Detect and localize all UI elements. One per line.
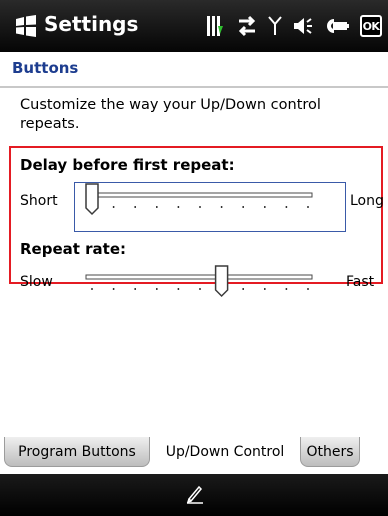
slider-tick [112, 206, 115, 208]
rate-min-label: Slow [20, 274, 53, 290]
rate-slider-thumb[interactable] [214, 265, 229, 298]
slider-tick [242, 288, 244, 290]
speaker-icon[interactable] [292, 15, 314, 37]
slider-tick [285, 288, 288, 290]
slider-tick [264, 288, 266, 290]
ok-button[interactable]: OK [360, 15, 382, 37]
app-title: Settings [44, 12, 139, 36]
bottom-bar [0, 474, 388, 516]
rate-max-label: Fast [346, 274, 375, 290]
title-bar: Settings OK [0, 0, 388, 52]
slider-tick [307, 288, 309, 290]
delay-slider[interactable] [76, 183, 344, 230]
page-title: Buttons [12, 59, 79, 77]
tab-program-buttons[interactable]: Program Buttons [4, 437, 150, 467]
slider-tick [220, 206, 223, 208]
description-text: Customize the way your Up/Down control r… [20, 97, 321, 132]
slider-tick [177, 206, 180, 208]
keyboard-icon[interactable] [324, 16, 350, 36]
slider-tick [91, 288, 93, 290]
slider-tick [134, 206, 136, 208]
slider-tick [156, 288, 158, 290]
tab-others[interactable]: Others [300, 437, 360, 467]
slider-tick [242, 206, 244, 208]
rate-label: Repeat rate: [20, 240, 127, 258]
slider-tick [177, 288, 180, 290]
connectivity-icon[interactable] [236, 15, 258, 37]
delay-min-label: Short [20, 193, 58, 209]
rate-slider[interactable] [76, 265, 344, 312]
slider-tick [199, 288, 201, 290]
slider-tick [134, 288, 136, 290]
slider-tick [156, 206, 158, 208]
delay-label: Delay before first repeat: [20, 156, 235, 174]
tab-area: Program Buttons Up/Down Control Others [0, 431, 388, 474]
slider-tick [307, 206, 309, 208]
delay-slider-ticks [91, 206, 309, 208]
rate-slider-ticks [91, 288, 309, 290]
tab-up-down-control-label: Up/Down Control [165, 444, 285, 460]
windows-start-icon[interactable] [14, 15, 38, 37]
delay-slider-thumb[interactable] [85, 183, 99, 216]
slider-tick [264, 206, 266, 208]
tab-up-down-control[interactable]: Up/Down Control [150, 437, 300, 467]
battery-charging-icon[interactable] [206, 14, 226, 38]
signal-icon[interactable] [268, 15, 282, 37]
page-header: Buttons [0, 52, 388, 88]
slider-tick [112, 288, 115, 290]
tab-others-label: Others [306, 443, 354, 460]
status-icons: OK [206, 12, 382, 40]
slider-tick [199, 206, 201, 208]
delay-max-label: Long [350, 193, 384, 209]
pen-input-icon[interactable] [186, 484, 204, 504]
slider-tick [285, 206, 288, 208]
tab-program-buttons-label: Program Buttons [18, 443, 136, 460]
